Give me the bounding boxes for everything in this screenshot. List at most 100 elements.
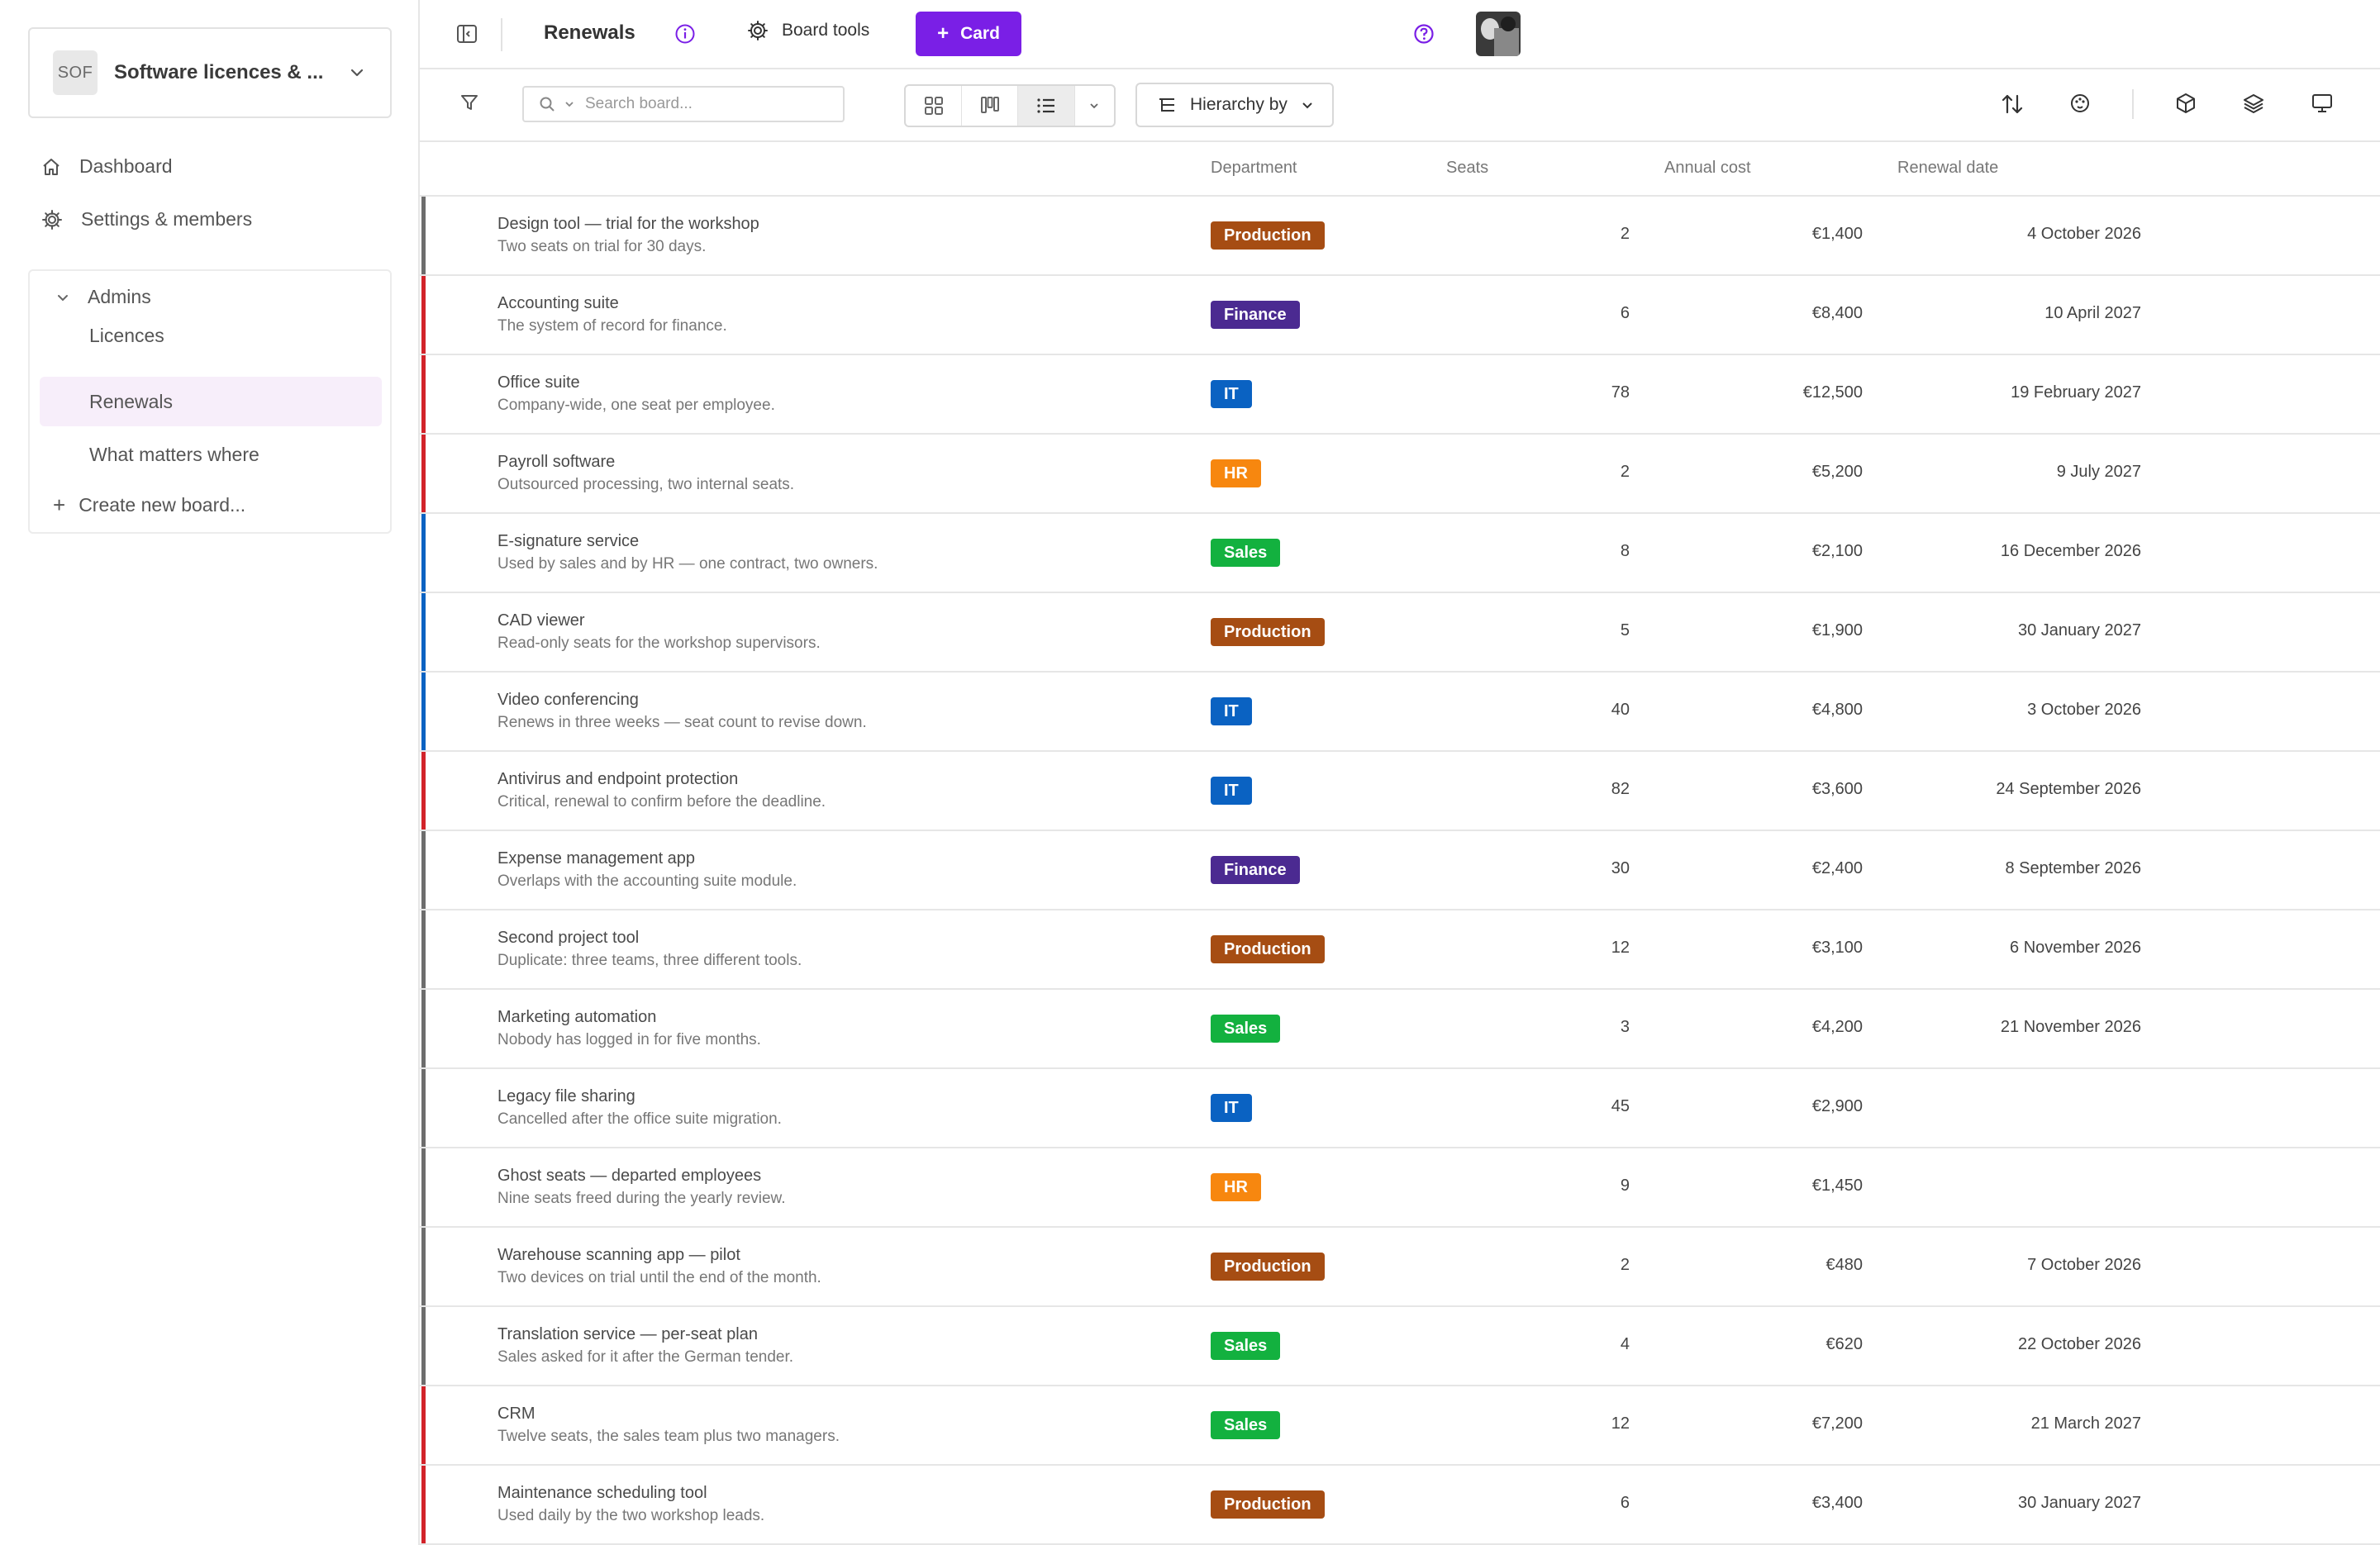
department-tag[interactable]: Finance	[1211, 856, 1300, 884]
board-item-licences[interactable]: Licences	[40, 311, 382, 360]
table-row[interactable]: Warehouse scanning app — pilot Two device…	[420, 1228, 2380, 1307]
row-description: Used by sales and by HR — one contract, …	[497, 555, 878, 573]
table-row[interactable]: Design tool — trial for the workshop Two …	[420, 197, 2380, 276]
department-tag[interactable]: Production	[1211, 935, 1325, 963]
department-tag[interactable]: IT	[1211, 777, 1252, 805]
row-description: The system of record for finance.	[497, 317, 727, 335]
create-board-button[interactable]: + Create new board...	[53, 492, 245, 518]
table-row[interactable]: Second project tool Duplicate: three team…	[420, 910, 2380, 990]
row-title: Expense management app	[497, 849, 696, 868]
nav-settings[interactable]: Settings & members	[41, 208, 252, 231]
info-icon[interactable]	[674, 23, 696, 45]
row-seats: 3	[1620, 1018, 1630, 1036]
row-seats: 12	[1611, 1414, 1630, 1433]
search-input[interactable]: Search board...	[522, 86, 845, 122]
department-tag[interactable]: Production	[1211, 618, 1325, 646]
table-row[interactable]: Marketing automation Nobody has logged in…	[420, 990, 2380, 1069]
table-row[interactable]: Expense management app Overlaps with the …	[420, 831, 2380, 910]
row-renewal-date: 22 October 2026	[2018, 1335, 2141, 1353]
palette-icon[interactable]	[2069, 93, 2091, 114]
department-tag[interactable]: IT	[1211, 380, 1252, 408]
board-tools-label: Board tools	[782, 21, 870, 40]
department-tag[interactable]: HR	[1211, 459, 1261, 487]
table-row[interactable]: Office suite Company-wide, one seat per e…	[420, 355, 2380, 435]
row-renewal-date: 24 September 2026	[1996, 780, 2141, 798]
column-header-department[interactable]: Department	[1211, 159, 1297, 178]
department-tag[interactable]: Sales	[1211, 1332, 1281, 1360]
board-tools-button[interactable]: Board tools	[747, 20, 869, 41]
table-row[interactable]: Translation service — per-seat plan Sales…	[420, 1307, 2380, 1386]
row-title: Antivirus and endpoint protection	[497, 770, 739, 788]
add-card-button[interactable]: + Card	[916, 12, 1021, 56]
avatar[interactable]	[1476, 12, 1521, 56]
column-header-renewal-date[interactable]: Renewal date	[1897, 159, 1998, 178]
view-more-button[interactable]	[1075, 86, 1114, 126]
row-status-bar	[421, 831, 426, 909]
row-annual-cost: €3,100	[1811, 939, 1863, 957]
row-status-bar	[421, 1307, 426, 1385]
help-icon[interactable]	[1413, 23, 1435, 45]
divider	[501, 18, 502, 51]
row-renewal-date: 16 December 2026	[2000, 542, 2141, 560]
table-row[interactable]: Payroll software Outsourced processing, t…	[420, 435, 2380, 514]
sort-icon[interactable]	[2002, 93, 2023, 116]
workspace-switcher[interactable]: SOF Software licences & ...	[28, 27, 392, 118]
row-description: Twelve seats, the sales team plus two ma…	[497, 1428, 840, 1445]
group-toggle[interactable]: Admins	[56, 286, 151, 308]
layers-icon[interactable]	[2243, 93, 2264, 114]
nav-dashboard[interactable]: Dashboard	[41, 155, 173, 178]
filter-icon[interactable]	[459, 93, 479, 112]
table-row[interactable]: Maintenance scheduling tool Used daily by…	[420, 1466, 2380, 1545]
department-tag[interactable]: Sales	[1211, 1411, 1281, 1439]
department-tag[interactable]: IT	[1211, 1094, 1252, 1122]
department-tag[interactable]: Production	[1211, 221, 1325, 250]
table-row[interactable]: Accounting suite The system of record for…	[420, 276, 2380, 355]
table-row[interactable]: Antivirus and endpoint protection Critica…	[420, 752, 2380, 831]
row-seats: 8	[1620, 542, 1630, 560]
row-title: CAD viewer	[497, 611, 585, 630]
monitor-icon[interactable]	[2311, 93, 2334, 114]
row-seats: 6	[1620, 1494, 1630, 1512]
row-title: Payroll software	[497, 453, 616, 471]
row-renewal-date: 7 October 2026	[2027, 1256, 2141, 1274]
row-title: Accounting suite	[497, 294, 619, 312]
view-list-button[interactable]	[1018, 86, 1075, 126]
sidebar-toggle-icon[interactable]	[456, 23, 478, 45]
row-renewal-date: 6 November 2026	[2010, 939, 2141, 957]
department-tag[interactable]: Production	[1211, 1490, 1325, 1519]
board-item-what-matters-where[interactable]: What matters where	[40, 430, 382, 479]
table-row[interactable]: CAD viewer Read-only seats for the worksh…	[420, 593, 2380, 673]
column-header-seats[interactable]: Seats	[1446, 159, 1488, 178]
row-seats: 5	[1620, 621, 1630, 639]
table-row[interactable]: E-signature service Used by sales and by …	[420, 514, 2380, 593]
board-item-renewals[interactable]: Renewals	[40, 377, 382, 426]
column-header-annual-cost[interactable]: Annual cost	[1664, 159, 1751, 178]
row-title: Marketing automation	[497, 1008, 657, 1026]
kanban-icon	[980, 97, 999, 113]
table-row[interactable]: Ghost seats — departed employees Nine sea…	[420, 1148, 2380, 1228]
department-tag[interactable]: Finance	[1211, 301, 1300, 329]
view-grid-button[interactable]	[906, 86, 963, 126]
row-status-bar	[421, 1466, 426, 1543]
row-description: Sales asked for it after the German tend…	[497, 1348, 794, 1366]
gear-icon	[42, 209, 62, 230]
table-row[interactable]: Legacy file sharing Cancelled after the o…	[420, 1069, 2380, 1148]
department-tag[interactable]: Production	[1211, 1253, 1325, 1281]
hierarchy-dropdown[interactable]: Hierarchy by	[1135, 83, 1334, 127]
department-tag[interactable]: IT	[1211, 697, 1252, 725]
table-header: Department Seats Annual cost Renewal dat…	[420, 142, 2380, 197]
row-status-bar	[421, 593, 426, 671]
view-kanban-button[interactable]	[962, 86, 1019, 126]
view-switcher	[904, 84, 1116, 127]
table-row[interactable]: Video conferencing Renews in three weeks …	[420, 673, 2380, 752]
department-tag[interactable]: HR	[1211, 1173, 1261, 1201]
chevron-down-icon	[1302, 102, 1312, 109]
table-row[interactable]: CRM Twelve seats, the sales team plus two…	[420, 1386, 2380, 1466]
add-card-label: Card	[960, 24, 1000, 43]
row-description: Critical, renewal to confirm before the …	[497, 793, 826, 811]
department-tag[interactable]: Sales	[1211, 539, 1281, 567]
department-tag[interactable]: Sales	[1211, 1015, 1281, 1043]
cube-icon[interactable]	[2175, 93, 2197, 114]
hierarchy-label: Hierarchy by	[1190, 95, 1288, 114]
board-item-label: Renewals	[89, 390, 173, 412]
